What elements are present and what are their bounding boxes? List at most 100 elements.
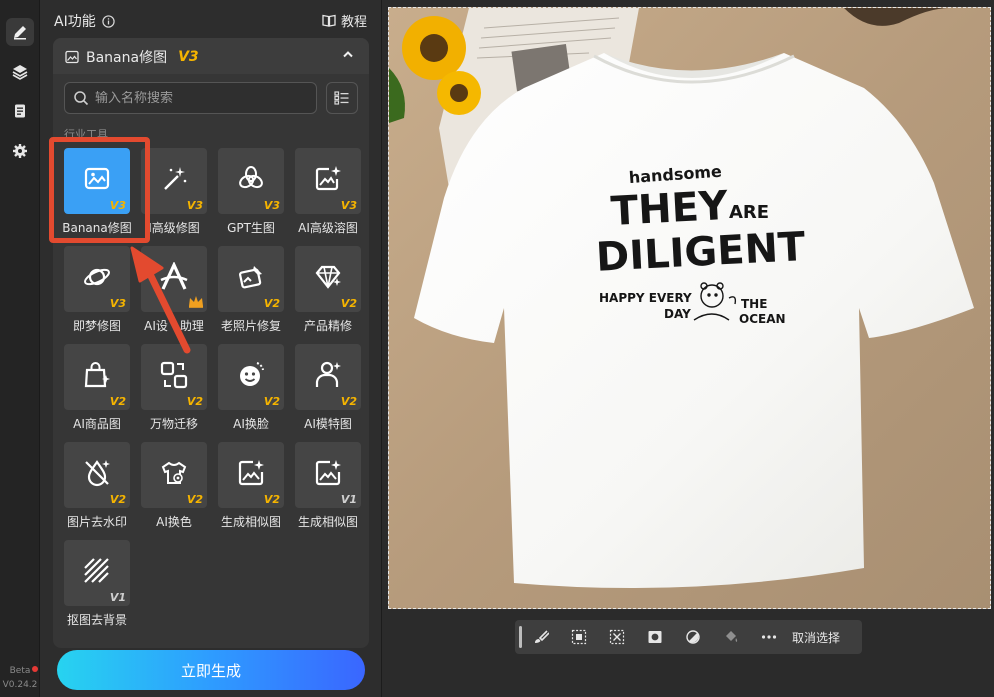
image-edit-icon — [84, 167, 110, 190]
tool-label: 万物迁移 — [149, 417, 198, 431]
diamond-icon — [315, 265, 341, 289]
transfer-icon — [160, 361, 188, 389]
rail-notes-button[interactable] — [6, 97, 34, 125]
tool-label: AI换色 — [156, 515, 192, 529]
tutorial-label: 教程 — [340, 15, 367, 30]
section-label: 行业工具 — [64, 128, 108, 141]
invert-button[interactable] — [674, 620, 712, 654]
version-badge: V3 — [186, 199, 203, 212]
smart-select-icon — [571, 629, 587, 645]
tutorial-link[interactable]: 教程 — [322, 11, 367, 30]
magic-wand-icon — [164, 167, 187, 190]
paint-bucket-icon — [726, 631, 738, 642]
version-badge: V2 — [340, 395, 357, 408]
generate-button[interactable]: 立即生成 — [57, 650, 365, 690]
design-a-icon — [160, 262, 188, 290]
list-view-button[interactable] — [326, 82, 358, 114]
tool-label: I高级修图 — [148, 221, 200, 235]
print-line2b: ARE — [729, 202, 769, 223]
image-sparkle-icon — [315, 166, 341, 191]
more-button[interactable] — [750, 620, 788, 654]
layers-icon — [12, 65, 28, 80]
version-badge: V2 — [340, 297, 357, 310]
print-line4b: DAY — [664, 307, 691, 321]
version-badge: V2 — [263, 297, 280, 310]
notes-icon — [15, 104, 25, 118]
tool-ai-face-swap[interactable]: V2 AI换脸 — [210, 344, 287, 436]
version-badge: V2 — [109, 395, 126, 408]
tool-photo-restore[interactable]: V2 老照片修复 — [210, 246, 287, 338]
tool-similar-image-v2[interactable]: V2 生成相似图 — [210, 442, 287, 534]
tool-ai-blend[interactable]: V3 AI高级溶图 — [287, 148, 364, 240]
tool-card: Banana修图 V3 行业工具 V3 Banana修图 V3 — [53, 38, 369, 648]
similar-image-icon — [315, 460, 341, 486]
tool-label: 生成相似图 — [220, 515, 281, 529]
face-swap-icon — [240, 362, 264, 386]
panel-title: AI功能 — [54, 11, 115, 31]
tool-label: AI商品图 — [73, 417, 121, 431]
watermark-remove-icon — [85, 460, 110, 487]
tool-gpt-image[interactable]: V3 GPT生图 — [210, 148, 287, 240]
print-line4a: HAPPY EVERY — [599, 291, 692, 305]
chevron-up-icon[interactable] — [341, 47, 355, 61]
version-badge: V3 — [109, 199, 126, 212]
shopping-bag-icon — [84, 362, 110, 388]
info-icon[interactable] — [102, 14, 115, 28]
tool-banana-edit[interactable]: V3 Banana修图 — [56, 148, 133, 240]
color-tshirt-icon — [161, 461, 187, 484]
tool-jimeng-edit[interactable]: V3 即梦修图 — [56, 246, 133, 338]
photo-restore-icon — [239, 266, 262, 289]
search-box — [64, 82, 317, 114]
deselect-button[interactable]: 取消选择 — [792, 629, 840, 646]
tool-label: AI模特图 — [304, 417, 352, 431]
tool-label: 即梦修图 — [72, 319, 121, 333]
more-dots-icon — [761, 635, 777, 639]
panel-title-text: AI功能 — [54, 14, 96, 30]
print-line4c: THE — [741, 297, 767, 311]
left-rail: Beta V0.24.2 — [0, 0, 40, 697]
tool-advanced-edit[interactable]: V3 I高级修图 — [133, 148, 210, 240]
tool-ai-model-image[interactable]: V2 AI模特图 — [287, 344, 364, 436]
gear-icon — [13, 144, 27, 158]
version-badge: V2 — [186, 395, 203, 408]
pen-icon — [14, 26, 26, 40]
crown-icon — [189, 296, 203, 308]
model-person-icon — [315, 361, 341, 387]
rail-layers-button[interactable] — [6, 58, 34, 86]
card-header[interactable]: Banana修图 V3 — [53, 38, 369, 74]
fill-button[interactable] — [712, 620, 750, 654]
tool-ai-recolor[interactable]: V2 AI换色 — [133, 442, 210, 534]
card-version-badge: V3 — [178, 49, 199, 65]
search-input[interactable] — [95, 90, 305, 106]
tool-label: 生成相似图 — [297, 515, 358, 529]
tool-ai-design-assistant[interactable]: AI设 助理 — [133, 246, 210, 338]
auto-select-button[interactable] — [598, 620, 636, 654]
similar-image-icon — [238, 460, 264, 486]
brush-button[interactable] — [522, 620, 560, 654]
version-label: V0.24.2 — [2, 680, 38, 690]
tool-cutout-background[interactable]: V1 抠图去背景 — [56, 540, 133, 632]
tool-similar-image-v1[interactable]: V1 生成相似图 — [287, 442, 364, 534]
version-badge: V2 — [263, 493, 280, 506]
tool-label: 老照片修复 — [220, 319, 281, 333]
rail-edit-button[interactable] — [6, 18, 34, 46]
tool-ai-product-image[interactable]: V2 AI商品图 — [56, 344, 133, 436]
openai-icon — [239, 166, 263, 189]
cutout-icon — [84, 558, 109, 583]
tool-product-retouch[interactable]: V2 产品精修 — [287, 246, 364, 338]
search-icon — [74, 91, 89, 106]
tool-watermark-remove[interactable]: V2 图片去水印 — [56, 442, 133, 534]
tool-object-transfer[interactable]: V2 万物迁移 — [133, 344, 210, 436]
image-canvas[interactable]: handsome THEY ARE DILIGENT HAPPY EVERY D… — [388, 7, 991, 609]
tool-label: 抠图去背景 — [66, 613, 127, 627]
planet-icon — [84, 268, 110, 286]
card-title: Banana修图 — [86, 50, 168, 66]
smart-select-button[interactable] — [560, 620, 598, 654]
ai-features-panel: AI功能 教程 Banana修图 V3 行业工具 V3 — [40, 0, 382, 697]
rail-settings-button[interactable] — [6, 137, 34, 165]
tool-label: 图片去水印 — [66, 515, 127, 529]
selection-toolbar: 取消选择 — [515, 620, 862, 654]
version-badge: V3 — [340, 199, 357, 212]
mask-button[interactable] — [636, 620, 674, 654]
version-badge: V2 — [263, 395, 280, 408]
